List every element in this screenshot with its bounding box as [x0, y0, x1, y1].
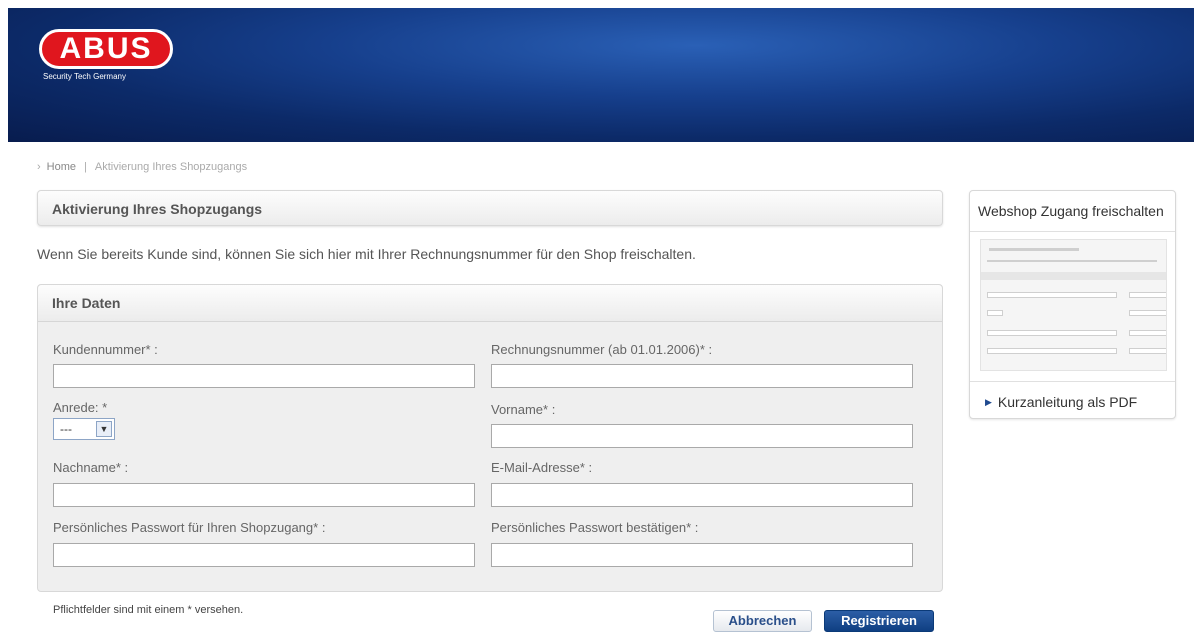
site-header: ABUS Security Tech Germany — [8, 8, 1194, 142]
last-name-input[interactable] — [53, 483, 475, 507]
thumb-field — [1129, 310, 1166, 316]
required-fields-note: Pflichtfelder sind mit einem * versehen. — [53, 604, 244, 616]
first-name-label: Vorname* : — [491, 402, 556, 417]
intro-text: Wenn Sie bereits Kunde sind, können Sie … — [37, 246, 696, 262]
sidebar-title: Webshop Zugang freischalten — [978, 203, 1164, 219]
thumb-field — [1129, 348, 1166, 354]
register-button[interactable]: Registrieren — [824, 610, 934, 632]
triangle-right-icon: ▶ — [985, 397, 992, 407]
form-preview-thumbnail[interactable] — [980, 239, 1167, 371]
page-title: Aktivierung Ihres Shopzugangs — [52, 201, 263, 217]
invoice-number-label: Rechnungsnummer (ab 01.01.2006)* : — [491, 342, 713, 357]
thumb-line — [981, 272, 1166, 280]
last-name-label: Nachname* : — [53, 460, 129, 475]
customer-number-label: Kundennummer* : — [53, 342, 158, 357]
divider — [970, 231, 1175, 232]
email-label: E-Mail-Adresse* : — [491, 460, 593, 475]
thumb-line — [989, 248, 1079, 251]
sidebar-box: Webshop Zugang freischalten ▶ Kurzanleitu… — [969, 190, 1176, 419]
chevron-down-icon[interactable]: ▼ — [96, 421, 112, 437]
thumb-field — [1129, 330, 1166, 336]
email-input[interactable] — [491, 483, 913, 507]
pdf-guide-label: Kurzanleitung als PDF — [997, 394, 1138, 410]
thumb-field — [987, 348, 1117, 354]
thumb-line — [987, 260, 1157, 262]
page-title-panel: Aktivierung Ihres Shopzugangs — [37, 190, 943, 226]
password-confirm-label: Persönliches Passwort bestätigen* : — [491, 520, 699, 535]
invoice-number-input[interactable] — [491, 364, 913, 388]
breadcrumb-home-link[interactable]: Home — [47, 161, 76, 173]
pdf-guide-link[interactable]: ▶ Kurzanleitung als PDF — [985, 394, 1137, 410]
salutation-value: --- — [60, 422, 72, 436]
password-label: Persönliches Passwort für Ihren Shopzuga… — [53, 520, 326, 535]
customer-number-input[interactable] — [53, 364, 475, 388]
password-confirm-input[interactable] — [491, 543, 913, 567]
breadcrumb-separator: | — [84, 161, 87, 173]
thumb-field — [987, 310, 1003, 316]
logo-wordmark: ABUS — [39, 29, 173, 69]
breadcrumb: › Home | Aktivierung Ihres Shopzugangs — [37, 161, 247, 173]
divider — [970, 381, 1175, 382]
salutation-select[interactable]: --- ▼ — [53, 418, 115, 440]
abus-logo[interactable]: ABUS Security Tech Germany — [39, 29, 173, 81]
breadcrumb-current: Aktivierung Ihres Shopzugangs — [94, 161, 248, 173]
thumb-field — [987, 330, 1117, 336]
thumb-field — [987, 292, 1117, 298]
salutation-label: Anrede: * — [53, 400, 108, 415]
thumb-field — [1129, 292, 1166, 298]
password-input[interactable] — [53, 543, 475, 567]
cancel-button[interactable]: Abbrechen — [713, 610, 812, 632]
form-section-title: Ihre Daten — [52, 295, 121, 311]
form-section-header: Ihre Daten — [38, 285, 942, 322]
logo-tagline: Security Tech Germany — [43, 72, 126, 81]
first-name-input[interactable] — [491, 424, 913, 448]
chevron-right-icon: › — [37, 161, 41, 173]
